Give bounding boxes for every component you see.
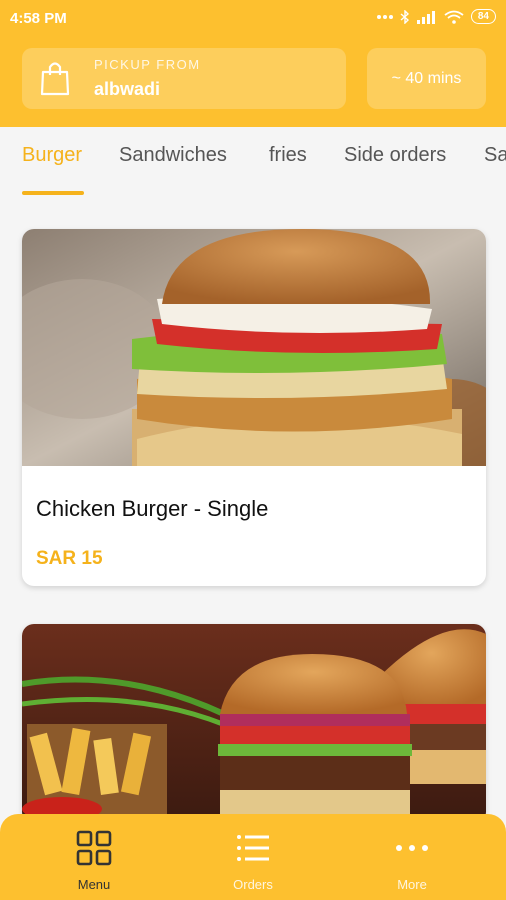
- item-name: Chicken Burger - Single: [36, 496, 269, 521]
- tab-sandwiches[interactable]: Sandwiches: [119, 144, 227, 167]
- app-header: 4:58 PM 84 PICKUP FROM albwadi ~ 40 mins: [0, 0, 506, 127]
- beef-burger-image: [22, 624, 486, 824]
- nav-more[interactable]: More: [352, 814, 472, 900]
- status-icons: 84: [376, 9, 496, 24]
- tab-burger[interactable]: Burger: [22, 144, 82, 167]
- menu-item-card[interactable]: [22, 624, 486, 824]
- estimated-time-badge: ~ 40 mins: [367, 48, 486, 109]
- status-time: 4:58 PM: [10, 10, 67, 27]
- nav-orders-label: Orders: [233, 877, 273, 892]
- grid-icon: [76, 830, 112, 866]
- bluetooth-icon: [400, 9, 409, 24]
- active-tab-indicator: [22, 191, 84, 195]
- more-notifications-icon: [376, 14, 393, 19]
- shopping-bag-icon: [40, 62, 70, 96]
- nav-menu-label: Menu: [77, 877, 111, 892]
- item-price: SAR 15: [36, 548, 103, 569]
- nav-more-label: More: [397, 877, 427, 892]
- wifi-icon: [444, 10, 464, 24]
- nav-menu[interactable]: Menu: [34, 814, 154, 900]
- category-tabs: Burger Sandwiches fries Side orders Sa: [0, 127, 506, 197]
- tab-fries[interactable]: fries: [269, 144, 307, 167]
- pickup-location-selector[interactable]: PICKUP FROM albwadi: [22, 48, 346, 109]
- more-dots-icon: [396, 845, 428, 851]
- list-icon: [237, 835, 269, 861]
- bottom-navigation: Menu Orders More: [0, 814, 506, 900]
- nav-orders[interactable]: Orders: [193, 814, 313, 900]
- tab-partial[interactable]: Sa: [484, 144, 506, 167]
- menu-item-card[interactable]: Chicken Burger - Single SAR 15: [22, 229, 486, 586]
- tab-side-orders[interactable]: Side orders: [344, 144, 446, 167]
- pickup-label: PICKUP FROM: [94, 57, 201, 72]
- battery-icon: 84: [470, 9, 496, 24]
- status-bar: 4:58 PM 84: [0, 0, 506, 36]
- signal-icon: [416, 10, 435, 24]
- pickup-branch-name: albwadi: [94, 79, 161, 99]
- chicken-burger-image: [22, 229, 486, 466]
